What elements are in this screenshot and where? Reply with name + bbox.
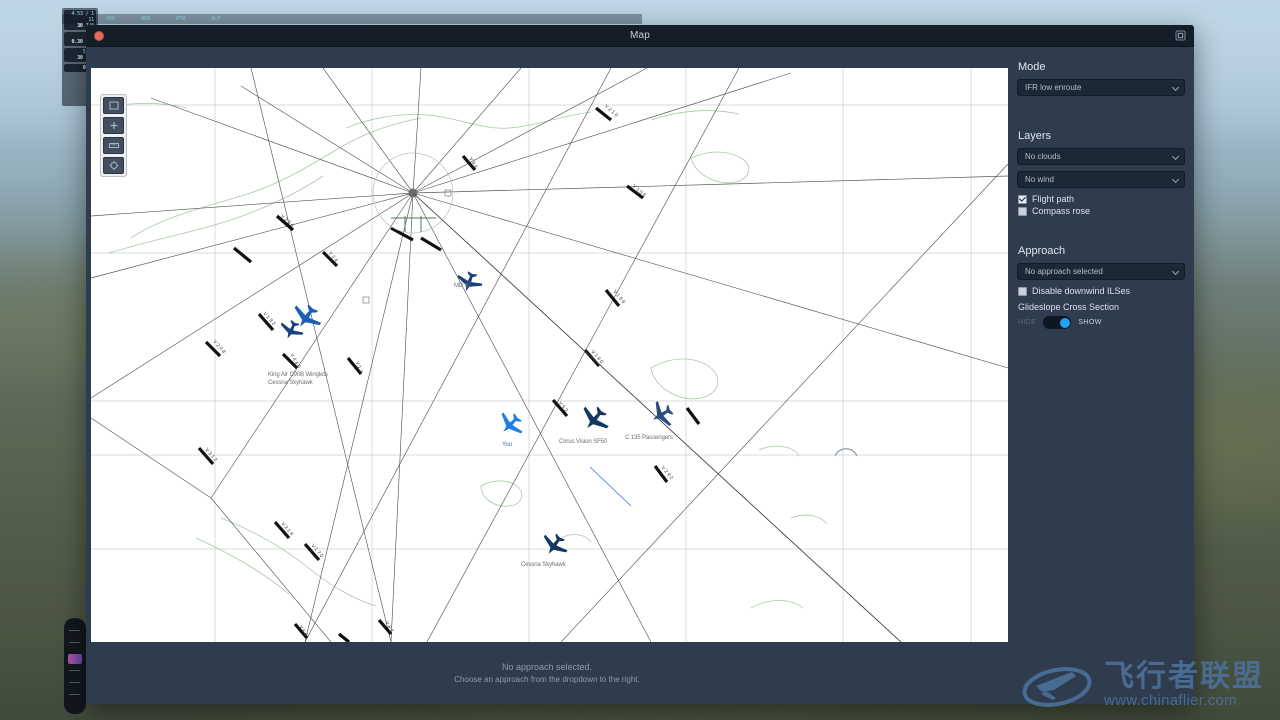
aircraft-label: C 135 Passengers [625, 435, 673, 441]
flight-path-checkbox[interactable] [1018, 194, 1027, 204]
aircraft-label: King Air C90B Winglets [268, 372, 328, 378]
compass-rose-label: Compass rose [1032, 206, 1091, 216]
map-settings-sidebar: Mode IFR low enroute Layers No clouds No… [1008, 47, 1194, 704]
map-tool-pan[interactable] [103, 97, 124, 114]
layers-heading: Layers [1018, 130, 1052, 142]
sim-top-item: DTW [176, 16, 186, 22]
wind-layer-select[interactable]: No wind [1017, 171, 1185, 188]
flight-path-checkbox-row[interactable]: Flight path [1018, 194, 1185, 204]
chevron-down-icon [1171, 267, 1180, 275]
close-window-button[interactable] [94, 30, 104, 41]
disable-downwind-ilses-label: Disable downwind ILSes [1032, 286, 1131, 296]
footer-primary-message: No approach selected. [501, 662, 593, 672]
map-tool-measure[interactable] [103, 137, 124, 154]
compass-rose-checkbox[interactable] [1018, 206, 1027, 216]
sim-readout-big: 30 [77, 55, 83, 61]
sim-top-item: VOR [106, 16, 116, 22]
toggle-knob [1059, 317, 1070, 328]
sim-top-item: NDB [141, 16, 151, 22]
clouds-layer-select[interactable]: No clouds [1017, 148, 1185, 165]
map-chart-canvas [91, 68, 1008, 642]
map-viewport[interactable]: V 2 1 0 V 1 0 6 V 3 3 4 V 2 4 V 1 8 2 V … [91, 68, 1008, 642]
crosshair-icon [109, 161, 118, 170]
map-tool-center[interactable] [103, 157, 124, 174]
mode-select[interactable]: IFR low enroute [1017, 79, 1185, 96]
footer-secondary-message: Choose an approach from the dropdown to … [454, 675, 640, 684]
mode-heading: Mode [1018, 61, 1046, 73]
ruler-icon [108, 143, 119, 148]
chevron-down-icon [1171, 152, 1180, 160]
chevron-down-icon [1171, 175, 1180, 183]
window-titlebar[interactable]: Map [86, 25, 1194, 47]
map-toolbar [100, 94, 127, 177]
aircraft-label-own-ship: You [502, 442, 512, 448]
hand-pan-icon [109, 101, 118, 110]
screen-root: FROM VOR NDB DTW ALT 4.53 / 1 11 30 7/0 … [0, 0, 1280, 720]
window-body: V 2 1 0 V 1 0 6 V 3 3 4 V 2 4 V 1 8 2 V … [86, 47, 1194, 704]
flight-path-label: Flight path [1032, 194, 1075, 204]
sim-readout-small: 4.53 / 1 11 [71, 11, 95, 23]
approach-select[interactable]: No approach selected [1017, 263, 1185, 280]
approach-heading: Approach [1018, 245, 1066, 257]
aircraft-label: Cessna Skyhawk [268, 380, 313, 386]
restore-window-icon[interactable] [1174, 30, 1186, 42]
glideslope-cross-section-label: Glideslope Cross Section [1018, 302, 1120, 312]
map-tool-zoom-in[interactable] [103, 117, 124, 134]
sim-top-readout-bar: FROM VOR NDB DTW ALT [62, 14, 642, 24]
sim-readout-big: 0.30 [71, 39, 83, 45]
toggle-hide-label: HIDE [1018, 319, 1037, 326]
compass-rose-checkbox-row[interactable]: Compass rose [1018, 206, 1185, 216]
glideslope-toggle[interactable] [1043, 316, 1072, 329]
glideslope-toggle-row[interactable]: HIDE SHOW [1018, 316, 1185, 329]
aircraft-label: Cessna Skyhawk [521, 562, 566, 568]
window-title: Map [629, 30, 651, 41]
approach-select-value: No approach selected [1025, 267, 1103, 276]
map-window: Map V 2 1 0 V 1 0 6 V 3 3 4 V 2 4 V 1 8 … [86, 25, 1194, 704]
map-footer: No approach selected. Choose an approach… [86, 642, 1008, 704]
disable-downwind-ilses-row[interactable]: Disable downwind ILSes [1018, 286, 1185, 296]
sim-top-item: ALT [211, 16, 221, 22]
mode-select-value: IFR low enroute [1025, 83, 1082, 92]
sim-readout-big: 30 [77, 23, 83, 29]
aircraft-label: Cirrus Vision SF50 [559, 439, 608, 445]
sim-bottom-left-gauge [64, 618, 86, 714]
disable-downwind-ilses-checkbox[interactable] [1018, 286, 1027, 296]
aircraft-label: MD 82 [454, 283, 472, 289]
toggle-show-label: SHOW [1078, 319, 1102, 326]
wind-layer-value: No wind [1025, 175, 1054, 184]
chevron-down-icon [1171, 83, 1180, 91]
plus-zoom-icon [110, 122, 117, 129]
clouds-layer-value: No clouds [1025, 152, 1061, 161]
